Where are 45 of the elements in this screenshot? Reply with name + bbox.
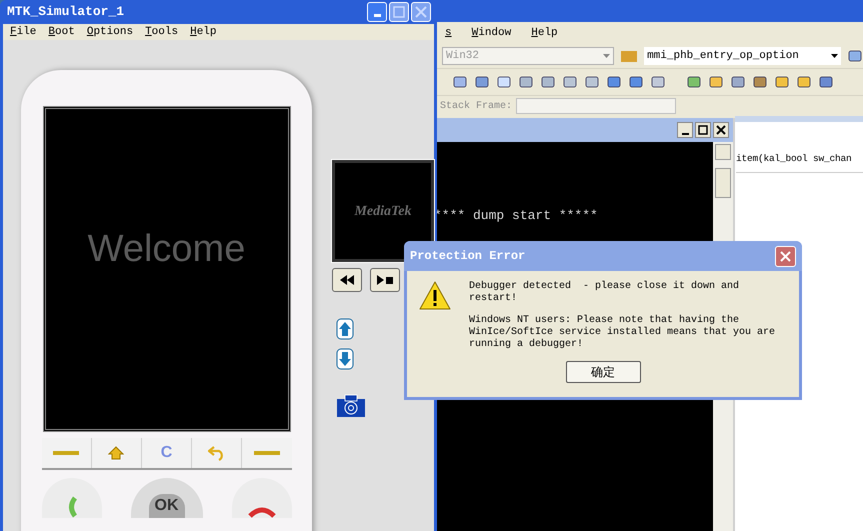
caret-icon — [831, 54, 838, 58]
ok-button[interactable]: 确定 — [566, 361, 640, 383]
close-icon — [415, 6, 427, 18]
rewind-button[interactable] — [332, 268, 362, 292]
welcome-text: Welcome — [88, 226, 246, 272]
undo-arrow-icon — [208, 445, 226, 461]
minimize-button[interactable] — [677, 122, 693, 138]
rewind-icon — [339, 275, 355, 285]
close-button[interactable] — [713, 122, 729, 138]
caret-icon — [603, 54, 610, 58]
dialog-title: Protection Error — [410, 248, 526, 265]
warning-icon — [419, 281, 451, 311]
media-logo: MediaTek — [354, 202, 412, 220]
function-combo[interactable]: mmi_phb_entry_op_option — [644, 47, 841, 65]
menu-item[interactable]: Help — [526, 24, 563, 42]
menu-item[interactable]: File — [5, 24, 42, 40]
menu-item[interactable]: Help — [185, 24, 222, 40]
menu-item[interactable]: s — [440, 24, 457, 42]
dash-icon — [254, 451, 280, 455]
end-call-key[interactable] — [232, 478, 292, 518]
minimize-icon — [682, 132, 688, 134]
phone-icon — [66, 496, 76, 518]
minimize-icon — [374, 14, 380, 18]
dash-icon — [53, 451, 80, 455]
stack-frame-label: Stack Frame: — [440, 100, 512, 114]
close-icon — [716, 125, 726, 135]
maximize-icon — [393, 6, 405, 18]
camera-icon[interactable] — [336, 394, 366, 418]
ok-key[interactable]: OK — [130, 478, 202, 518]
play-stop-icon — [376, 275, 394, 285]
close-icon — [780, 250, 791, 262]
dialog-message: Debugger detected - please close it down and restart! — [469, 281, 740, 305]
dialog-message: Windows NT users: Please note that having the WinIce/SoftIce service installed means that you are running a debugger! — [469, 315, 776, 351]
maximize-icon — [698, 125, 708, 135]
play-stop-button[interactable] — [370, 268, 400, 292]
menu-item[interactable]: Boot — [43, 24, 80, 40]
menu-item[interactable]: Options — [82, 24, 138, 40]
menu-item[interactable]: Tools — [140, 24, 184, 40]
maximize-button[interactable] — [695, 122, 711, 138]
home-icon — [108, 446, 124, 460]
code-line: item(kal_bool sw_chan — [736, 152, 863, 174]
phone-icon — [248, 506, 276, 518]
menu-item[interactable]: Window — [466, 24, 516, 42]
window-title: MTK_Simulator_1 — [7, 3, 124, 21]
clear-key-label: C — [160, 443, 172, 463]
